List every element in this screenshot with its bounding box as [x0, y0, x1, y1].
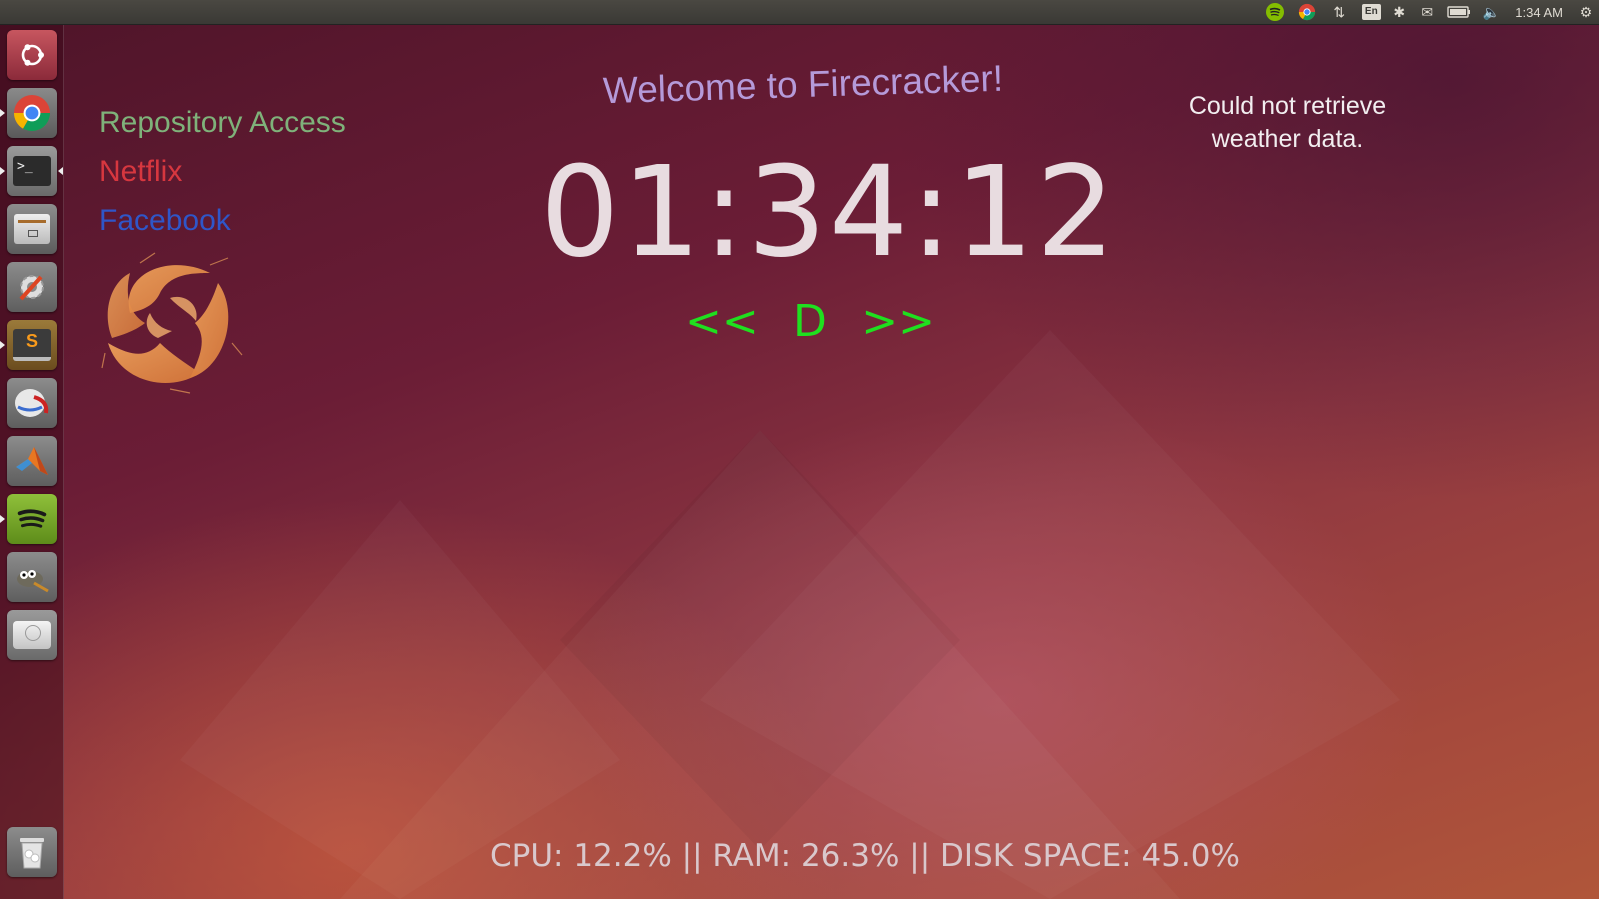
gimp-launcher-icon[interactable]: [7, 552, 57, 602]
language-label: En: [1361, 4, 1381, 20]
mail-icon[interactable]: ✉: [1411, 0, 1443, 24]
system-settings-launcher-icon[interactable]: [7, 262, 57, 312]
session-gear-icon[interactable]: ⚙: [1573, 0, 1599, 24]
sublime-text-launcher-icon[interactable]: S: [7, 320, 57, 370]
volume-icon[interactable]: 🔈: [1475, 0, 1507, 24]
previous-button[interactable]: <<: [685, 296, 759, 347]
launcher: >_ S: [0, 25, 64, 899]
mode-button[interactable]: D: [793, 296, 827, 347]
matlab-launcher-icon[interactable]: [7, 436, 57, 486]
bluetooth-icon[interactable]: ✱: [1387, 0, 1411, 24]
weather-message-line1: Could not retrieve: [1188, 92, 1387, 120]
welcome-heading: Welcome to Firecracker!: [602, 57, 1004, 112]
repository-access-link[interactable]: Repository Access: [99, 98, 346, 147]
spotify-tray-icon[interactable]: [1259, 0, 1291, 24]
weather-widget: Could not retrieve weather data.: [1160, 90, 1415, 156]
top-panel: ⇅ En ✱ ✉ 🔈 1:34 AM ⚙: [0, 0, 1599, 25]
panel-clock[interactable]: 1:34 AM: [1507, 5, 1573, 20]
keyboard-language-icon[interactable]: En: [1355, 0, 1387, 24]
battery-icon[interactable]: [1443, 0, 1475, 24]
netflix-link[interactable]: Netflix: [99, 147, 346, 196]
system-tray: ⇅ En ✱ ✉ 🔈 1:34 AM ⚙: [1259, 0, 1599, 24]
weather-message-line2: weather data.: [1211, 125, 1364, 153]
files-launcher-icon[interactable]: [7, 204, 57, 254]
disks-launcher-icon[interactable]: [7, 610, 57, 660]
facebook-link[interactable]: Facebook: [99, 196, 346, 245]
trash-launcher-icon[interactable]: [7, 827, 57, 877]
dash-home-icon[interactable]: [7, 30, 57, 80]
chrome-launcher-icon[interactable]: [7, 88, 57, 138]
next-button[interactable]: >>: [861, 296, 935, 347]
system-stats: CPU: 12.2% || RAM: 26.3% || DISK SPACE: …: [490, 838, 1240, 874]
terminal-launcher-icon[interactable]: >_: [7, 146, 57, 196]
mode-navigation: << D >>: [685, 296, 935, 347]
network-icon[interactable]: ⇅: [1323, 0, 1355, 24]
chrome-tray-icon[interactable]: [1291, 0, 1323, 24]
quick-links: Repository Access Netflix Facebook: [99, 98, 346, 245]
disk-utility-launcher-icon[interactable]: [7, 378, 57, 428]
firecracker-logo: [101, 252, 243, 394]
main-clock: 01:34:12: [540, 140, 1118, 285]
spotify-launcher-icon[interactable]: [7, 494, 57, 544]
